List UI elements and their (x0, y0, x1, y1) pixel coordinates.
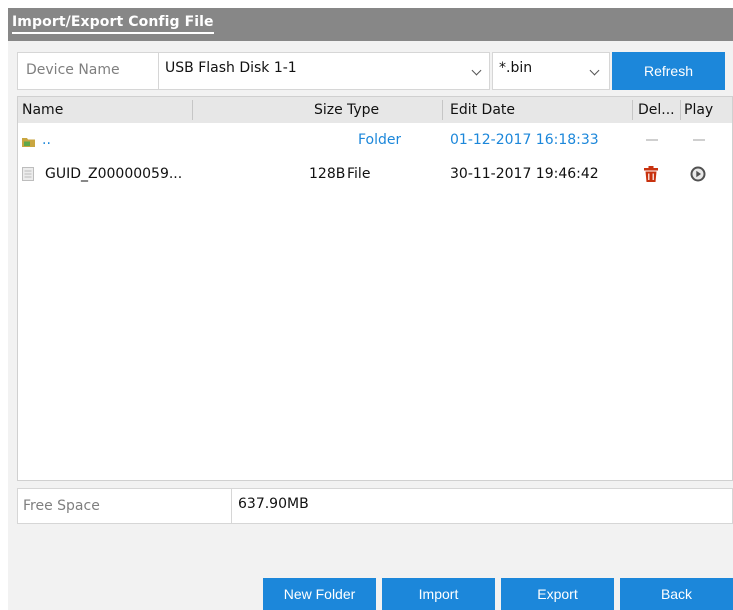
row-type: Folder (358, 132, 402, 148)
config-dialog: Import/Export Config File Device Name US… (8, 8, 733, 610)
export-button[interactable]: Export (501, 578, 614, 610)
row-size: 128B (309, 166, 346, 182)
device-name-label: Device Name (26, 62, 120, 78)
back-button[interactable]: Back (620, 578, 733, 610)
play-icon[interactable] (690, 166, 706, 182)
free-space-field: Free Space 637.90MB (17, 488, 733, 524)
device-name-field: Device Name USB Flash Disk 1-1 (17, 52, 490, 90)
column-header-size[interactable]: Size (314, 97, 343, 123)
chevron-down-icon (471, 65, 482, 76)
table-row[interactable]: .. Folder 01-12-2017 16:18:33 (18, 123, 732, 157)
device-select-value: USB Flash Disk 1-1 (165, 60, 297, 76)
column-header-name[interactable]: Name (22, 97, 63, 123)
column-header-type[interactable]: Type (347, 97, 379, 123)
file-filter-value: *.bin (499, 60, 533, 76)
row-edit-date: 30-11-2017 19:46:42 (450, 166, 599, 182)
free-space-label: Free Space (23, 498, 100, 514)
import-button[interactable]: Import (382, 578, 495, 610)
row-type: File (347, 166, 371, 182)
table-row[interactable]: GUID_Z00000059... 128B File 30-11-2017 1… (18, 157, 732, 191)
dialog-title: Import/Export Config File (12, 14, 214, 34)
file-filter-select[interactable]: *.bin (492, 52, 610, 90)
title-bar: Import/Export Config File (8, 8, 733, 41)
file-icon (22, 167, 34, 181)
new-folder-button[interactable]: New Folder (263, 578, 376, 610)
column-header-play[interactable]: Play (684, 97, 713, 123)
free-space-value: 637.90MB (238, 496, 309, 512)
column-header-delete[interactable]: Del... (638, 97, 675, 123)
delete-disabled-icon (646, 139, 658, 141)
table-header: Name Size Type Edit Date Del... Play (18, 97, 732, 123)
row-name: .. (42, 132, 51, 148)
refresh-button[interactable]: Refresh (612, 52, 725, 90)
file-table: Name Size Type Edit Date Del... Play .. … (17, 96, 733, 481)
play-disabled-icon (693, 139, 705, 141)
trash-icon[interactable] (644, 166, 658, 182)
chevron-down-icon (589, 65, 600, 76)
device-select[interactable]: USB Flash Disk 1-1 (159, 53, 489, 89)
row-name: GUID_Z00000059... (45, 166, 183, 182)
row-edit-date: 01-12-2017 16:18:33 (450, 132, 599, 148)
column-header-edit-date[interactable]: Edit Date (450, 97, 515, 123)
folder-up-icon (22, 135, 35, 147)
